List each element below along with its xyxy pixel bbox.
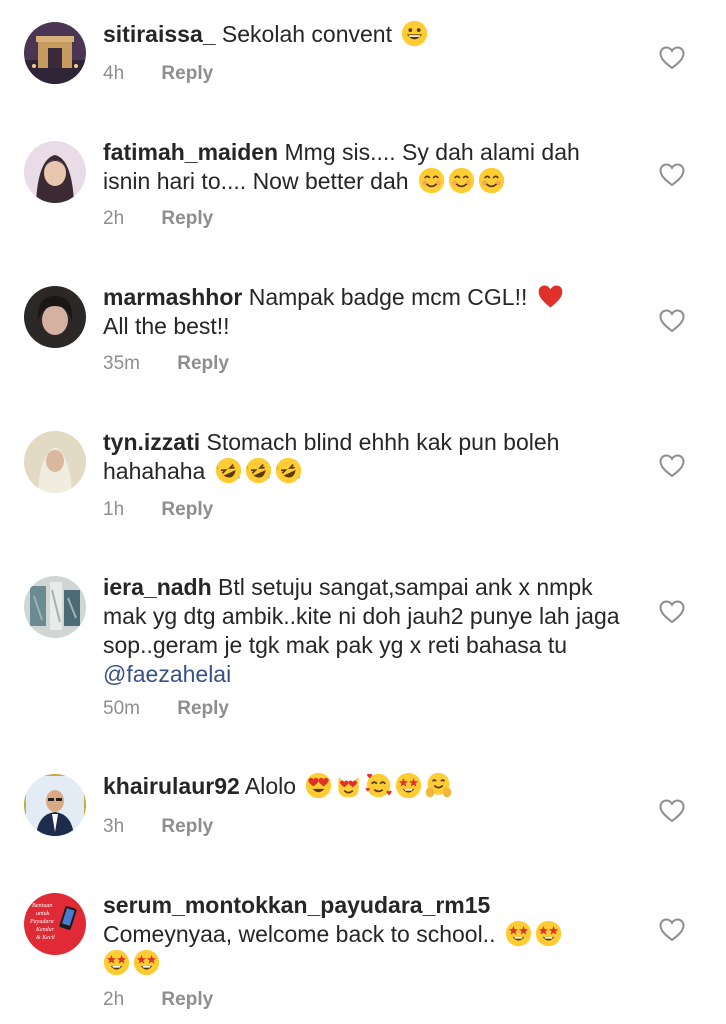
comment-username[interactable]: marmashhor: [103, 284, 242, 310]
comment-username[interactable]: sitiraissa_: [103, 21, 216, 47]
avatar[interactable]: Bantuan untuk Payudara Kendur & Kecil: [24, 893, 86, 955]
star-struck-emoji: [133, 949, 160, 976]
comment-username[interactable]: khairulaur92: [103, 773, 240, 799]
avatar[interactable]: [24, 22, 86, 84]
comment-text: serum_montokkan_payudara_rm15 Comeynyaa,…: [103, 891, 613, 978]
comment-message-line2: All the best!!: [103, 313, 230, 339]
comment-username[interactable]: fatimah_maiden: [103, 139, 278, 165]
comment-meta: 3h Reply: [103, 816, 213, 838]
star-struck-emoji: [505, 920, 532, 947]
star-struck-emoji: [395, 772, 422, 799]
heart-outline-icon[interactable]: [659, 163, 685, 187]
heart-eyes-emoji: [305, 772, 332, 799]
comment-time: 4h: [103, 63, 125, 84]
comment-text: marmashhor Nampak badge mcm CGL!! All th…: [103, 283, 623, 341]
comment-time: 3h: [103, 816, 125, 837]
smiling-face-emoji: [478, 167, 505, 194]
avatar-line: & Kecil: [36, 935, 55, 941]
avatar[interactable]: [24, 286, 86, 348]
red-heart-emoji: [537, 283, 564, 310]
reply-button[interactable]: Reply: [161, 816, 213, 838]
heart-outline-icon[interactable]: [659, 799, 685, 823]
star-struck-emoji: [535, 920, 562, 947]
heart-outline-icon[interactable]: [659, 454, 685, 478]
comment-text: iera_nadh Btl setuju sangat,sampai ank x…: [103, 573, 623, 689]
comment-meta: 1h Reply: [103, 499, 213, 521]
avatar-line: untuk: [36, 911, 50, 917]
comment-text: tyn.izzati Stomach blind ehhh kak pun bo…: [103, 428, 613, 486]
reply-button[interactable]: Reply: [161, 499, 213, 521]
comment-username[interactable]: iera_nadh: [103, 574, 212, 600]
mention-link[interactable]: @faezahelai: [103, 661, 231, 687]
comment-time: 2h: [103, 989, 125, 1010]
smiling-face-emoji: [418, 167, 445, 194]
heart-outline-icon[interactable]: [659, 46, 685, 70]
comment-message: Nampak badge mcm CGL!!: [248, 284, 528, 310]
comment-text: sitiraissa_ Sekolah convent: [103, 20, 623, 49]
avatar[interactable]: [24, 141, 86, 203]
comment-meta: 2h Reply: [103, 989, 213, 1011]
heart-outline-icon[interactable]: [659, 309, 685, 333]
reply-button[interactable]: Reply: [161, 989, 213, 1011]
avatar-line: Bantuan: [32, 903, 52, 909]
heart-outline-icon[interactable]: [659, 918, 685, 942]
reply-button[interactable]: Reply: [177, 698, 229, 720]
rolling-laughing-emoji: [245, 457, 272, 484]
comment-message: Alolo: [244, 773, 297, 799]
hugging-face-emoji: [425, 772, 452, 799]
smiling-face-emoji: [448, 167, 475, 194]
comment-time: 2h: [103, 208, 125, 229]
comment-text: fatimah_maiden Mmg sis.... Sy dah alami …: [103, 138, 623, 196]
heart-outline-icon[interactable]: [659, 600, 685, 624]
comment-username[interactable]: serum_montokkan_payudara_rm15: [103, 892, 490, 918]
reply-button[interactable]: Reply: [161, 63, 213, 85]
comment-message: Comeynyaa, welcome back to school..: [103, 921, 496, 947]
comment-message: Sekolah convent: [221, 21, 392, 47]
avatar[interactable]: [24, 431, 86, 493]
reply-button[interactable]: Reply: [161, 208, 213, 230]
avatar-line: Payudara: [29, 919, 54, 925]
avatar[interactable]: [24, 774, 86, 836]
comment-meta: 4h Reply: [103, 63, 213, 85]
smiling-hearts-emoji: [365, 772, 393, 799]
grinning-face-emoji: [401, 20, 428, 47]
rolling-laughing-emoji: [275, 457, 302, 484]
comment-meta: 35m Reply: [103, 353, 229, 375]
avatar-line: Kendur: [35, 927, 55, 933]
comment-time: 50m: [103, 698, 140, 719]
comment-meta: 2h Reply: [103, 208, 213, 230]
avatar[interactable]: [24, 576, 86, 638]
star-struck-emoji: [103, 949, 130, 976]
rolling-laughing-emoji: [215, 457, 242, 484]
reply-button[interactable]: Reply: [177, 353, 229, 375]
comment-username[interactable]: tyn.izzati: [103, 429, 200, 455]
heart-eyes-cat-emoji: [335, 772, 362, 799]
comment-time: 1h: [103, 499, 125, 520]
comment-text: khairulaur92 Alolo: [103, 772, 623, 801]
comment-time: 35m: [103, 353, 140, 374]
comment-meta: 50m Reply: [103, 698, 229, 720]
